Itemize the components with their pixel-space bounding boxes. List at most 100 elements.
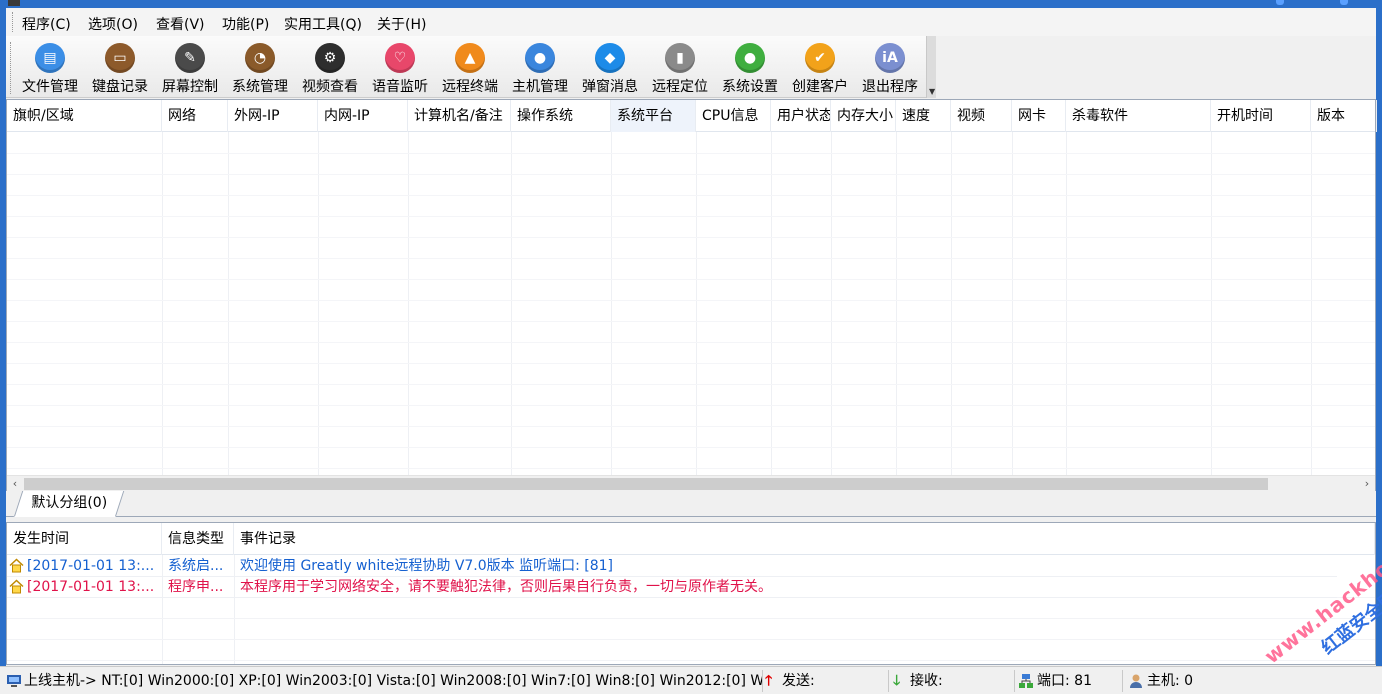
grid-row-line: [7, 639, 1375, 640]
log-row[interactable]: [2017-01-01 13:... 系统启... 欢迎使用 Greatly whi…: [7, 556, 1337, 577]
pocket-icon: ♡: [385, 43, 415, 73]
toolbar-button-label: 创建客户: [792, 79, 848, 95]
host-list: 旗帜/区域 网络 外网-IP 内网-IP 计算机名/备注 操作系统 系统平台 CPU信息 用户状…: [6, 99, 1377, 491]
menu-function[interactable]: 功能(P): [222, 14, 269, 34]
toolbar-button-label: 语音监听: [372, 79, 428, 95]
toolbar-button-3[interactable]: ✎ 屏幕控制: [155, 36, 225, 98]
menu-about[interactable]: 关于(H): [377, 14, 426, 34]
minimize-icon[interactable]: [1340, 0, 1348, 5]
column-header[interactable]: 计算机名/备注: [408, 100, 511, 132]
column-header[interactable]: 速度: [896, 100, 951, 132]
grid-row-line: [7, 426, 1375, 427]
toolbar-button-12[interactable]: ✔ 创建客户: [785, 36, 855, 98]
column-header[interactable]: 网络: [162, 100, 228, 132]
toolbar-button-2[interactable]: ▭ 键盘记录: [85, 36, 155, 98]
toolbar-button-11[interactable]: ● 系统设置: [715, 36, 785, 98]
column-header[interactable]: 旗帜/区域: [7, 100, 162, 132]
monitor-icon: [7, 675, 21, 687]
grid-line: [511, 132, 512, 475]
column-header[interactable]: 网卡: [1012, 100, 1066, 132]
scroll-right-icon[interactable]: ›: [1359, 476, 1375, 492]
menu-view[interactable]: 查看(V): [156, 14, 205, 34]
toolbar-button-label: 系统管理: [232, 79, 288, 95]
column-header[interactable]: 开机时间: [1211, 100, 1311, 132]
title-bar: [0, 0, 1382, 8]
grid-line: [951, 132, 952, 475]
toolbar-button-1[interactable]: ▤ 文件管理: [15, 36, 85, 98]
horizontal-scrollbar[interactable]: ‹ ›: [7, 475, 1375, 491]
toolbar-button-label: 屏幕控制: [162, 79, 218, 95]
grid-row-line: [7, 300, 1375, 301]
menu-tools[interactable]: 实用工具(Q): [284, 14, 362, 34]
house-icon: [9, 579, 24, 594]
grid-line: [696, 132, 697, 475]
grid-row-line: [7, 660, 1375, 661]
column-header[interactable]: 内网-IP: [318, 100, 408, 132]
tab-label: 默认分组(0): [31, 495, 108, 511]
toolbar: ▤ 文件管理 ▭ 键盘记录 ✎ 屏幕控制 ◔ 系统管理 ⚙ 视频查看 ♡ 语音监听 ▲ 远程终端 ● 主机管理…: [6, 36, 936, 98]
grid-row-line: [7, 468, 1375, 469]
grid-row-line: [7, 237, 1375, 238]
rss-icon: ◔: [245, 43, 275, 73]
toolbar-button-label: 系统设置: [722, 79, 778, 95]
grid-line: [831, 132, 832, 475]
help-icon[interactable]: [1276, 0, 1284, 5]
toolbar-button-13[interactable]: iA 退出程序: [855, 36, 925, 98]
column-header[interactable]: 内存大小: [831, 100, 896, 132]
log-column-header[interactable]: 发生时间: [7, 523, 162, 555]
toolbar-button-label: 主机管理: [512, 79, 568, 95]
pen-icon: ✎: [175, 43, 205, 73]
toolbar-button-4[interactable]: ◔ 系统管理: [225, 36, 295, 98]
toolbar-button-label: 键盘记录: [92, 79, 148, 95]
house-icon: [9, 558, 24, 573]
toolbar-button-label: 视频查看: [302, 79, 358, 95]
menu-options[interactable]: 选项(O): [88, 14, 138, 34]
scroll-left-icon[interactable]: ‹: [7, 476, 23, 492]
grid-line: [771, 132, 772, 475]
toolbar-button-9[interactable]: ◆ 弹窗消息: [575, 36, 645, 98]
column-header[interactable]: 视频: [951, 100, 1012, 132]
scrollbar-thumb[interactable]: [24, 478, 1268, 490]
grid-row-line: [7, 405, 1375, 406]
status-separator: [1014, 670, 1015, 692]
cone-icon: ▲: [455, 43, 485, 73]
toolbar-button-6[interactable]: ♡ 语音监听: [365, 36, 435, 98]
log-time: [2017-01-01 13:...: [27, 558, 155, 574]
menu-program[interactable]: 程序(C): [22, 14, 71, 34]
recv-label: 接收:: [910, 673, 943, 689]
upload-arrow-icon: 🡑: [765, 673, 773, 689]
grid-line: [408, 132, 409, 475]
user-icon: ●: [525, 43, 555, 73]
column-header[interactable]: 操作系统: [511, 100, 611, 132]
grid-row-line: [7, 258, 1375, 259]
column-header[interactable]: 系统平台: [611, 100, 696, 132]
grid-row-line: [7, 174, 1375, 175]
check-icon: ✔: [805, 43, 835, 73]
toolbar-overflow-button[interactable]: ▼: [926, 36, 936, 98]
toolbar-button-8[interactable]: ● 主机管理: [505, 36, 575, 98]
column-header[interactable]: 杀毒软件: [1066, 100, 1211, 132]
toolbar-button-label: 远程终端: [442, 79, 498, 95]
grid-line: [1311, 132, 1312, 475]
log-type: 程序申...: [168, 579, 224, 595]
group-tabs: 默认分组(0): [6, 491, 1376, 517]
grid-row-line: [7, 363, 1375, 364]
grid-row-line: [7, 279, 1375, 280]
column-header[interactable]: CPU信息: [696, 100, 771, 132]
grid-row-line: [7, 321, 1375, 322]
toolbar-button-7[interactable]: ▲ 远程终端: [435, 36, 505, 98]
status-bar: 上线主机-> NT:[0] Win2000:[0] XP:[0] Win2003…: [0, 666, 1382, 694]
log-column-header[interactable]: 事件记录: [234, 523, 1375, 555]
download-arrow-icon: 🡓: [893, 673, 901, 689]
log-column-header[interactable]: 信息类型: [162, 523, 234, 555]
column-header[interactable]: 用户状态: [771, 100, 831, 132]
log-row[interactable]: [2017-01-01 13:... 程序申... 本程序用于学习网络安全，请不要触…: [7, 577, 1337, 598]
column-header[interactable]: 外网-IP: [228, 100, 318, 132]
event-log-header: 发生时间 信息类型 事件记录: [7, 523, 1375, 555]
signal-icon: ▮: [665, 43, 695, 73]
toolbar-button-10[interactable]: ▮ 远程定位: [645, 36, 715, 98]
tab-default-group[interactable]: 默认分组(0): [13, 491, 125, 517]
host-list-body[interactable]: [7, 132, 1375, 475]
column-header[interactable]: 版本: [1311, 100, 1377, 132]
toolbar-button-5[interactable]: ⚙ 视频查看: [295, 36, 365, 98]
